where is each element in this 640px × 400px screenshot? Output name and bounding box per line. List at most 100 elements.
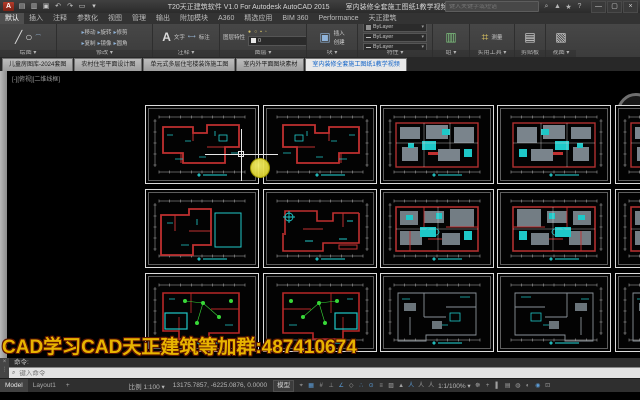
autoscale-icon[interactable]: 人: [417, 381, 426, 391]
ribbon-tab-参数化[interactable]: 参数化: [72, 13, 103, 24]
model-space-button[interactable]: 模型: [273, 380, 294, 392]
search-icon[interactable]: ⌕: [542, 3, 551, 11]
modify-tool-修剪[interactable]: ▸修剪: [114, 28, 128, 36]
file-tab-儿童房图库-2024套图[interactable]: 儿童房图库-2024套图: [2, 58, 73, 71]
minimize-button[interactable]: —: [591, 1, 606, 13]
measure-icon[interactable]: ⌗: [482, 30, 489, 44]
group-icon[interactable]: ▥: [445, 30, 456, 44]
ribbon-tab-插入[interactable]: 插入: [24, 13, 48, 24]
infocenter-search[interactable]: [445, 1, 539, 12]
viewport-controls[interactable]: [-][俯视][二维线框]: [12, 74, 60, 83]
create-block-label[interactable]: 创建: [334, 38, 345, 46]
text-tool-label[interactable]: 文字: [174, 33, 185, 41]
workspace-gear-icon[interactable]: ☸: [473, 381, 482, 391]
new-file-icon[interactable]: ▤: [17, 2, 27, 12]
dimension-tool-icon[interactable]: ⟷: [188, 34, 196, 40]
text-tool-icon[interactable]: A: [162, 30, 171, 44]
undo-icon[interactable]: ↶: [53, 2, 63, 12]
ribbon-tab-默认[interactable]: 默认: [0, 13, 24, 24]
panel-annotate-label[interactable]: 注释 ▾: [153, 50, 219, 57]
drawing-canvas[interactable]: [-][俯视][二维线框]: [0, 71, 640, 358]
paste-icon[interactable]: ▤: [524, 30, 535, 44]
panel-layers-label[interactable]: 图层 ▾: [220, 50, 306, 57]
layout-tab-Layout1[interactable]: Layout1: [28, 379, 61, 392]
property-dropdown-1[interactable]: ByLayer▾: [363, 33, 427, 42]
insert-block-icon[interactable]: ▣: [319, 30, 330, 44]
insert-block-label[interactable]: 插入: [334, 29, 345, 37]
annotation-scale-readout[interactable]: 1:1/100% ▾: [438, 382, 471, 390]
ribbon-tab-A360[interactable]: A360: [213, 13, 239, 24]
panel-block-label[interactable]: 块 ▾: [307, 50, 357, 57]
file-tab-农村住宅平面设计图[interactable]: 农村住宅平面设计图: [74, 58, 142, 71]
search-input[interactable]: [446, 4, 538, 10]
osnap-tracking-icon[interactable]: ∴: [357, 381, 366, 391]
tz-scale-indicator[interactable]: 比例 1:100 ▾: [129, 381, 165, 391]
layer-state-icons[interactable]: ●○▪▫: [248, 29, 306, 35]
signin-icon[interactable]: ▲: [553, 3, 562, 11]
annotation-monitor-icon[interactable]: +: [483, 381, 492, 391]
panel-properties-label[interactable]: 特性 ▾: [358, 50, 432, 57]
line-tool-icon[interactable]: ╱: [15, 30, 22, 44]
property-dropdown-2[interactable]: ByLayer▾: [363, 43, 427, 51]
file-tab-室内装修全套施工图纸1教学视频[interactable]: 室内装修全套施工图纸1教学视频: [305, 58, 406, 71]
panel-modify-label[interactable]: 修改 ▾: [57, 50, 152, 57]
lock-ui-icon[interactable]: ◍: [513, 381, 522, 391]
panel-clipboard-label[interactable]: 剪贴板: [515, 50, 545, 57]
star-icon[interactable]: ★: [564, 3, 573, 11]
ribbon-tab-天正建筑[interactable]: 天正建筑: [364, 13, 402, 24]
polar-icon[interactable]: ∠: [337, 381, 346, 391]
circle-tool-icon[interactable]: ○: [25, 30, 32, 44]
qat-dropdown-icon[interactable]: ▾: [89, 2, 99, 12]
ribbon-tab-附加模块[interactable]: 附加模块: [175, 13, 213, 24]
ribbon-tab-视图[interactable]: 视图: [103, 13, 127, 24]
isodraft-icon[interactable]: ◇: [347, 381, 356, 391]
close-button[interactable]: ×: [623, 1, 638, 13]
help-icon[interactable]: ?: [575, 3, 584, 11]
ribbon-tab-管理[interactable]: 管理: [127, 13, 151, 24]
commandline[interactable]: ⌕: [0, 367, 640, 378]
annotation-scale-icon[interactable]: 人: [427, 381, 436, 391]
layout-tab-Model[interactable]: Model: [0, 379, 28, 392]
app-menu-icon[interactable]: A: [3, 2, 14, 11]
layout-tab-+[interactable]: +: [61, 379, 75, 392]
modify-tool-圆角[interactable]: ▸圆角: [114, 39, 128, 47]
ribbon-tab-BIM 360[interactable]: BIM 360: [277, 13, 313, 24]
units-icon[interactable]: ▌: [493, 381, 502, 391]
ribbon-tab-输出[interactable]: 输出: [151, 13, 175, 24]
modify-tool-镜像[interactable]: ▸镜像: [97, 39, 111, 47]
file-tab-单元式多层住宅楼装饰施工图[interactable]: 单元式多层住宅楼装饰施工图: [143, 58, 235, 71]
transparency-icon[interactable]: ▨: [387, 381, 396, 391]
selection-cycling-icon[interactable]: ▲: [397, 381, 406, 391]
lineweight-icon[interactable]: ≡: [377, 381, 386, 391]
panel-groups-label[interactable]: 组 ▾: [433, 50, 469, 57]
isolate-icon[interactable]: ◐: [523, 381, 532, 391]
clean-screen-icon[interactable]: ⊡: [543, 381, 552, 391]
plot-icon[interactable]: ▭: [77, 2, 87, 12]
snap-icon[interactable]: ▦: [307, 381, 316, 391]
graphics-performance-icon[interactable]: ◉: [533, 381, 542, 391]
modify-tool-旋转[interactable]: ▸旋转: [97, 28, 111, 36]
infer-constraints-icon[interactable]: ⌖: [297, 381, 306, 391]
layer-dropdown[interactable]: 0 ▾: [248, 36, 306, 46]
property-dropdown-0[interactable]: ByLayer▾: [363, 24, 427, 32]
commandline-grip[interactable]: ×⋮: [0, 358, 9, 378]
quick-properties-icon[interactable]: ▤: [503, 381, 512, 391]
save-icon[interactable]: ▣: [41, 2, 51, 12]
redo-icon[interactable]: ↷: [65, 2, 75, 12]
panel-draw-label[interactable]: 绘图 ▾: [0, 50, 56, 57]
panel-utilities-label[interactable]: 实用工具 ▾: [470, 50, 514, 57]
docked-toolbar-strip[interactable]: [0, 71, 7, 358]
modify-tool-移动[interactable]: ▸移动: [81, 28, 95, 36]
ortho-icon[interactable]: ⊥: [327, 381, 336, 391]
ribbon-tab-注释[interactable]: 注释: [48, 13, 72, 24]
annotation-visibility-icon[interactable]: 人: [407, 381, 416, 391]
grid-icon[interactable]: #: [317, 381, 326, 391]
ribbon-tab-Performance[interactable]: Performance: [313, 13, 363, 24]
dimension-tool-label[interactable]: 标注: [199, 33, 210, 41]
arc-tool-icon[interactable]: ⌒: [35, 33, 41, 41]
panel-view-label[interactable]: 视图 ▾: [546, 50, 576, 57]
ribbon-tab-精选应用[interactable]: 精选应用: [239, 13, 277, 24]
open-file-icon[interactable]: ▥: [29, 2, 39, 12]
view-icon[interactable]: ▧: [555, 30, 566, 44]
modify-tool-复制[interactable]: ▸复制: [81, 39, 95, 47]
